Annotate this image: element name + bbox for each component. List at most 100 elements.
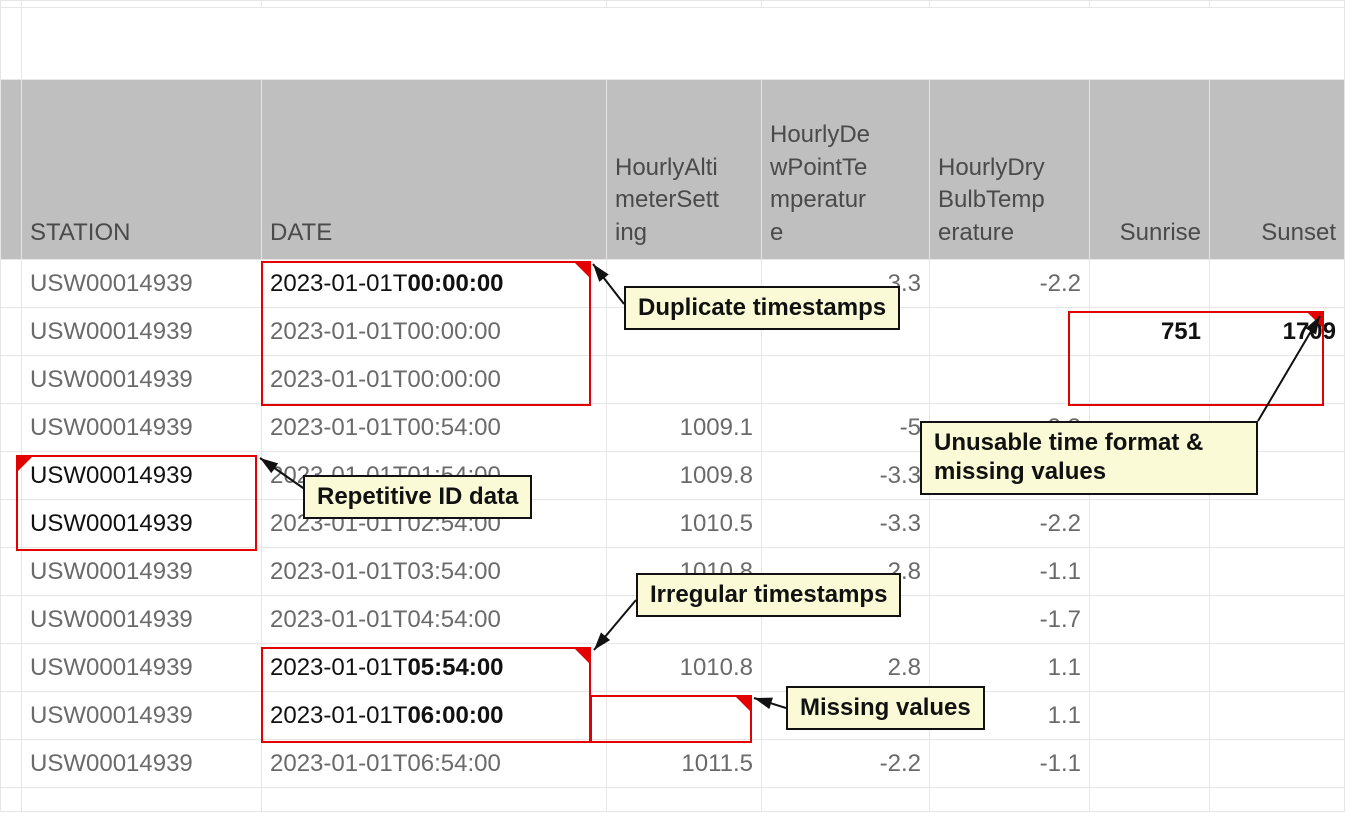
callout-repetitive-id: Repetitive ID data xyxy=(303,475,532,519)
rows-host: USW000149392023-01-01T00:00:003.3-2.2USW… xyxy=(0,260,1345,788)
cell-sunset xyxy=(1210,644,1345,692)
cell-station: USW00014939 xyxy=(22,356,262,404)
table-row: USW000149392023-01-01T06:54:001011.5-2.2… xyxy=(0,740,1345,788)
cell-dewpoint: -3.3 xyxy=(762,452,930,500)
cell-station: USW00014939 xyxy=(22,548,262,596)
callout-duplicate-timestamps: Duplicate timestamps xyxy=(624,286,900,330)
gutter-cell xyxy=(930,0,1090,8)
col-header-dewpoint: HourlyDe wPointTe mperatur e xyxy=(762,80,930,260)
gutter-cell xyxy=(762,788,930,812)
gutter-cell xyxy=(0,404,22,452)
cell-sunrise xyxy=(1090,260,1210,308)
gutter-cell xyxy=(0,8,22,80)
cell-sunrise xyxy=(1090,692,1210,740)
cell-date: 2023-01-01T06:54:00 xyxy=(262,740,607,788)
cell-altimeter xyxy=(607,356,762,404)
cell-station: USW00014939 xyxy=(22,308,262,356)
grid-edge-top xyxy=(0,0,1345,8)
gutter-cell xyxy=(0,80,22,260)
col-header-sunrise: Sunrise xyxy=(1090,80,1210,260)
gutter-cell xyxy=(0,0,22,8)
cell-sunset: 1709 xyxy=(1210,308,1345,356)
title-cell xyxy=(22,8,1345,80)
cell-station: USW00014939 xyxy=(22,404,262,452)
cell-sunset xyxy=(1210,548,1345,596)
gutter-cell xyxy=(0,644,22,692)
cell-drybulb: -2.2 xyxy=(930,500,1090,548)
cell-dewpoint: -5 xyxy=(762,404,930,452)
gutter-cell xyxy=(0,740,22,788)
gutter-cell xyxy=(0,308,22,356)
cell-altimeter xyxy=(607,692,762,740)
cell-station: USW00014939 xyxy=(22,500,262,548)
gutter-cell xyxy=(0,260,22,308)
spreadsheet: STATION DATE HourlyAlti meterSett ing Ho… xyxy=(0,0,1345,812)
gutter-cell xyxy=(607,0,762,8)
cell-sunrise xyxy=(1090,500,1210,548)
gutter-cell xyxy=(262,788,607,812)
table-row: USW000149392023-01-01T00:00:00 xyxy=(0,356,1345,404)
gutter-cell xyxy=(762,0,930,8)
cell-date: 2023-01-01T06:00:00 xyxy=(262,692,607,740)
cell-sunrise xyxy=(1090,356,1210,404)
cell-drybulb: -1.7 xyxy=(930,596,1090,644)
cell-date: 2023-01-01T00:00:00 xyxy=(262,308,607,356)
gutter-cell xyxy=(262,0,607,8)
gutter-cell xyxy=(1210,788,1345,812)
cell-date: 2023-01-01T00:00:00 xyxy=(262,356,607,404)
col-header-drybulb: HourlyDry BulbTemp erature xyxy=(930,80,1090,260)
cell-drybulb xyxy=(930,308,1090,356)
cell-drybulb: -1.1 xyxy=(930,548,1090,596)
cell-station: USW00014939 xyxy=(22,644,262,692)
cell-date: 2023-01-01T00:54:00 xyxy=(262,404,607,452)
table-row: USW000149392023-01-01T06:00:002.81.1 xyxy=(0,692,1345,740)
cell-station: USW00014939 xyxy=(22,740,262,788)
cell-altimeter: 1011.5 xyxy=(607,740,762,788)
title-row xyxy=(0,8,1345,80)
col-header-sunset: Sunset xyxy=(1210,80,1345,260)
cell-drybulb: -1.1 xyxy=(930,740,1090,788)
cell-sunset xyxy=(1210,260,1345,308)
gutter-cell xyxy=(1210,0,1345,8)
cell-date: 2023-01-01T04:54:00 xyxy=(262,596,607,644)
cell-station: USW00014939 xyxy=(22,452,262,500)
cell-altimeter: 1009.1 xyxy=(607,404,762,452)
gutter-cell xyxy=(22,788,262,812)
gutter-cell xyxy=(1090,0,1210,8)
gutter-cell xyxy=(0,788,22,812)
cell-sunrise: 751 xyxy=(1090,308,1210,356)
gutter-cell xyxy=(1090,788,1210,812)
col-header-altimeter: HourlyAlti meterSett ing xyxy=(607,80,762,260)
cell-sunrise xyxy=(1090,644,1210,692)
cell-drybulb: -2.2 xyxy=(930,260,1090,308)
gutter-cell xyxy=(0,692,22,740)
cell-date: 2023-01-01T05:54:00 xyxy=(262,644,607,692)
cell-altimeter: 1009.8 xyxy=(607,452,762,500)
cell-dewpoint xyxy=(762,356,930,404)
gutter-cell xyxy=(607,788,762,812)
canvas: Raw LCD file data issues STATION DATE Ho… xyxy=(0,0,1350,813)
cell-sunset xyxy=(1210,596,1345,644)
cell-dewpoint: -2.2 xyxy=(762,740,930,788)
cell-station: USW00014939 xyxy=(22,692,262,740)
cell-sunset xyxy=(1210,740,1345,788)
cell-date: 2023-01-01T00:00:00 xyxy=(262,260,607,308)
cell-dewpoint: 2.8 xyxy=(762,644,930,692)
cell-sunset xyxy=(1210,356,1345,404)
cell-station: USW00014939 xyxy=(22,260,262,308)
col-header-date: DATE xyxy=(262,80,607,260)
cell-drybulb xyxy=(930,356,1090,404)
cell-station: USW00014939 xyxy=(22,596,262,644)
table-row: USW000149392023-01-01T05:54:001010.82.81… xyxy=(0,644,1345,692)
cell-date: 2023-01-01T03:54:00 xyxy=(262,548,607,596)
gutter-cell xyxy=(0,500,22,548)
callout-irregular-timestamps: Irregular timestamps xyxy=(636,573,901,617)
callout-missing-values: Missing values xyxy=(786,686,985,730)
gutter-cell xyxy=(0,596,22,644)
gutter-cell xyxy=(0,452,22,500)
gutter-cell xyxy=(22,0,262,8)
cell-dewpoint: -3.3 xyxy=(762,500,930,548)
cell-altimeter: 1010.5 xyxy=(607,500,762,548)
grid-edge-bottom xyxy=(0,788,1345,812)
cell-sunrise xyxy=(1090,548,1210,596)
